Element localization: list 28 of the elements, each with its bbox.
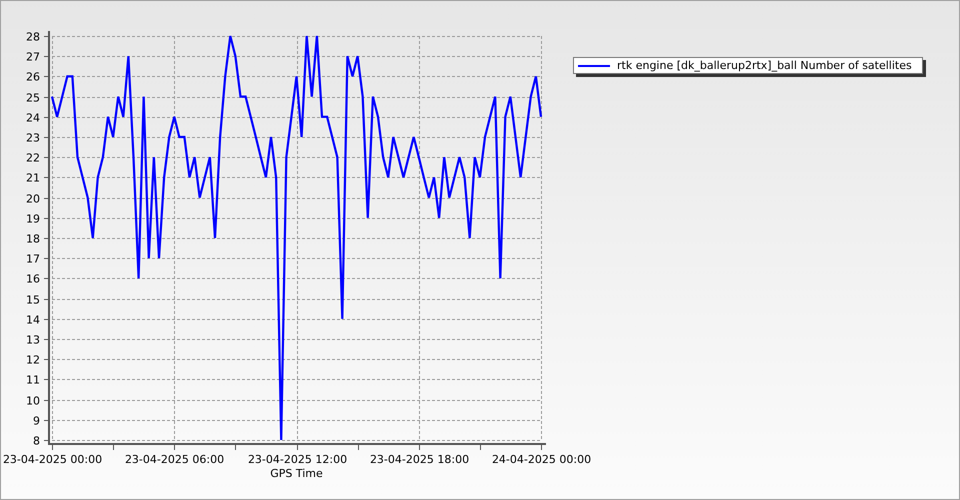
y-tick-label: 23: [26, 132, 40, 144]
y-tick-label: 9: [33, 414, 40, 428]
y-tick-label: 11: [26, 374, 40, 386]
y-tick-label: 28: [26, 30, 40, 44]
y-tick-label: 20: [26, 192, 40, 206]
x-tick-label: 23-04-2025 06:00: [124, 453, 224, 466]
y-tick-label: 22: [26, 152, 40, 164]
y-tick-label: 12: [26, 354, 40, 366]
y-tick-label: 13: [26, 334, 40, 346]
y-tick-label: 8: [33, 434, 40, 448]
y-tick-label: 21: [26, 172, 40, 184]
x-tick-label: 23-04-2025 00:00: [2, 453, 102, 466]
legend-label: rtk engine [dk_ballerup2rtx]_ball Number of satellites: [617, 58, 912, 73]
y-tick-label: 15: [26, 294, 40, 306]
y-tick-label: 24: [26, 112, 40, 124]
y-tick-label: 10: [26, 394, 40, 408]
y-tick-label: 17: [26, 252, 40, 266]
x-tick-label: 24-04-2025 00:00: [492, 453, 592, 466]
x-axis-title: GPS Time: [270, 467, 323, 480]
y-tick-label: 16: [26, 272, 40, 286]
x-tick-label: 23-04-2025 18:00: [370, 453, 470, 466]
y-tick-label: 25: [26, 92, 40, 104]
y-tick-label: 27: [26, 50, 40, 64]
x-tick-label: 23-04-2025 12:00: [248, 453, 348, 466]
y-tick-label: 19: [26, 212, 40, 226]
y-tick-label: 26: [26, 70, 40, 84]
y-tick-label: 18: [26, 232, 40, 246]
y-tick-label: 14: [26, 314, 40, 326]
